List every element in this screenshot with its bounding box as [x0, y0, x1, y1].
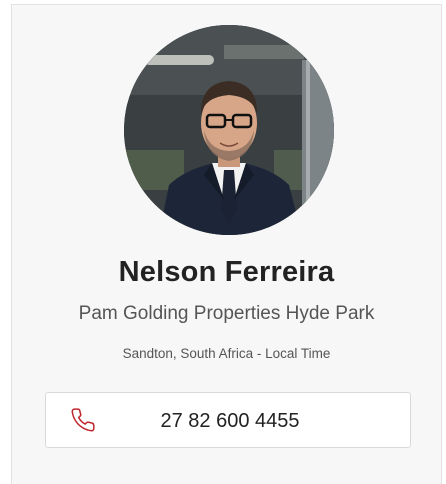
agent-card: Nelson Ferreira Pam Golding Properties H… [11, 4, 442, 484]
agent-location: Sandton, South Africa - Local Time [122, 346, 331, 361]
phone-number: 27 82 600 4455 [160, 410, 300, 432]
agent-avatar [124, 25, 334, 235]
call-phone-button[interactable]: 27 82 600 4455 [45, 392, 411, 448]
agent-name: Nelson Ferreira [118, 256, 335, 288]
agent-company: Pam Golding Properties Hyde Park [78, 303, 375, 324]
